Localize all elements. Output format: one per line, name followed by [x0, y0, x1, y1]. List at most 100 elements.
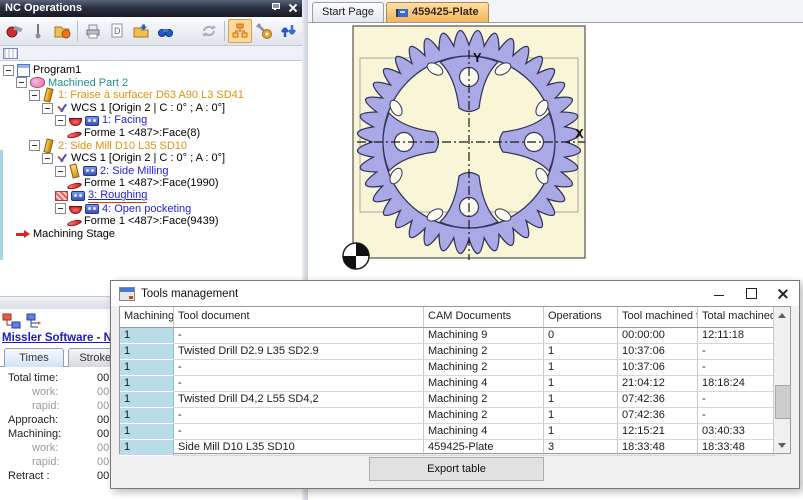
- expand-toggle-icon[interactable]: [42, 103, 53, 114]
- export-table-button[interactable]: Export table: [369, 457, 544, 481]
- table-row[interactable]: 1Twisted Drill D2.9 L35 SD2.9Machining 2…: [120, 344, 790, 360]
- tree-item[interactable]: 1: Fraise à surfacer D63 A90 L3 SD41: [0, 89, 302, 102]
- tree-item[interactable]: WCS 1 [Origin 2 | C : 0° ; A : 0°]: [0, 102, 302, 115]
- table-cell: 1: [120, 440, 174, 456]
- nc-toolbar-secondary: [0, 46, 302, 61]
- table-row[interactable]: 1Side Mill D10 L35 SD10459425-Plate318:3…: [120, 440, 790, 456]
- expand-toggle-icon[interactable]: [16, 77, 27, 88]
- tree-item[interactable]: WCS 1 [Origin 2 | C : 0° ; A : 0°]: [0, 152, 302, 165]
- pin-icon[interactable]: [269, 2, 281, 14]
- expand-toggle-icon[interactable]: [55, 115, 66, 126]
- search-icon[interactable]: [153, 19, 177, 43]
- close-button[interactable]: [767, 281, 799, 306]
- facing-icon: [69, 118, 82, 126]
- table-cell: 10:37:06: [618, 344, 698, 360]
- table-cell: 1: [544, 376, 618, 392]
- expand-toggle-icon[interactable]: [42, 153, 53, 164]
- table-row[interactable]: 1-Machining 4112:15:2103:40:33: [120, 424, 790, 440]
- tree-item[interactable]: 2: Side Mill D10 L35 SD10: [0, 140, 302, 153]
- expand-toggle-icon[interactable]: [29, 90, 40, 101]
- tree-item[interactable]: Forme 1 <487>:Face(8): [0, 127, 302, 140]
- minimize-button[interactable]: [703, 281, 735, 306]
- scroll-up-icon[interactable]: [774, 307, 790, 323]
- table-cell: -: [174, 424, 424, 440]
- tree-item[interactable]: Machining Stage: [0, 228, 302, 241]
- scroll-down-icon[interactable]: [774, 437, 790, 453]
- expand-toggle-icon[interactable]: [55, 203, 66, 214]
- print-preview-icon[interactable]: D: [105, 19, 129, 43]
- table-cell: 00:00:00: [618, 328, 698, 344]
- column-header[interactable]: Tool machined time: [618, 307, 698, 327]
- close-icon[interactable]: [287, 2, 299, 14]
- forme-icon: [66, 220, 83, 228]
- tree-item[interactable]: 1: Facing: [0, 114, 302, 127]
- table-cell: -: [174, 328, 424, 344]
- open-folder-icon[interactable]: [129, 19, 153, 43]
- tree-item-label: 2: Side Mill D10 L35 SD10: [58, 140, 187, 153]
- sort-arrows-icon[interactable]: [276, 19, 300, 43]
- column-header[interactable]: CAM Documents: [424, 307, 544, 327]
- time-row-label: Machining:: [8, 427, 61, 441]
- expand-toggle-icon[interactable]: [29, 140, 40, 151]
- columns-icon[interactable]: [3, 48, 18, 59]
- toolbar-separator: [77, 21, 78, 41]
- table-row[interactable]: 1-Machining 2107:42:36-: [120, 408, 790, 424]
- time-row-value: 00: [97, 413, 109, 427]
- dialog-title: Tools management: [141, 288, 238, 300]
- tree-item-label: 2: Side Milling: [100, 165, 168, 178]
- tab-times[interactable]: Times: [4, 348, 64, 367]
- table-cell: Twisted Drill D2.9 L35 SD2.9: [174, 344, 424, 360]
- time-row-label: work:: [32, 441, 58, 455]
- x-axis-label: X: [575, 126, 584, 141]
- mill-icon: [71, 191, 85, 201]
- expand-toggle-icon[interactable]: [3, 65, 14, 76]
- table-cell: Machining 2: [424, 392, 544, 408]
- refresh-icon[interactable]: [197, 19, 221, 43]
- scroll-thumb[interactable]: [775, 385, 791, 419]
- table-cell: Machining 2: [424, 344, 544, 360]
- time-row-label: Approach:: [8, 413, 58, 427]
- table-cell: 18:18:24: [698, 376, 775, 392]
- column-header[interactable]: Operations: [544, 307, 618, 327]
- table-cell: Twisted Drill D4,2 L55 SD4,2: [174, 392, 424, 408]
- tree-item[interactable]: Forme 1 <487>:Face(9439): [0, 215, 302, 228]
- machining-tree-icon[interactable]: [2, 313, 22, 329]
- nc-tree: Program1Machined Part 21: Fraise à surfa…: [0, 61, 302, 240]
- forme-icon: [66, 131, 83, 139]
- tree-item[interactable]: 4: Open pocketing: [0, 203, 302, 216]
- rotary-tool-icon[interactable]: [2, 19, 26, 43]
- table-row[interactable]: 1-Machining 4121:04:1218:18:24: [120, 376, 790, 392]
- time-row-label: work:: [32, 385, 58, 399]
- table-cell: 12:11:18: [698, 328, 775, 344]
- time-row-value: 00: [97, 469, 109, 483]
- operations-list-icon[interactable]: [26, 313, 46, 329]
- table-row[interactable]: 1-Machining 2110:37:06-: [120, 360, 790, 376]
- tool-settings-icon[interactable]: [252, 19, 276, 43]
- vertical-scrollbar[interactable]: [773, 307, 790, 453]
- printer-icon[interactable]: [81, 19, 105, 43]
- table-cell: Machining 4: [424, 376, 544, 392]
- column-header[interactable]: Total machined time: [698, 307, 775, 327]
- cad-viewport[interactable]: Y X: [339, 12, 599, 272]
- table-cell: 03:40:33: [698, 424, 775, 440]
- tree-item[interactable]: Machined Part 2: [0, 77, 302, 90]
- maximize-button[interactable]: [735, 281, 767, 306]
- tree-item[interactable]: Program1: [0, 64, 302, 77]
- expand-toggle-icon[interactable]: [55, 166, 66, 177]
- column-header[interactable]: Tool document: [174, 307, 424, 327]
- probe-icon[interactable]: [26, 19, 50, 43]
- tree-item[interactable]: 3: Roughing: [0, 190, 302, 203]
- table-row[interactable]: 1Twisted Drill D4,2 L55 SD4,2Machining 2…: [120, 392, 790, 408]
- table-cell: Machining 2: [424, 408, 544, 424]
- dialog-titlebar[interactable]: Tools management: [111, 281, 799, 306]
- table-cell: -: [698, 408, 775, 424]
- tree-item[interactable]: Forme 1 <487>:Face(1990): [0, 177, 302, 190]
- machine-origin-icon: [343, 243, 369, 269]
- tree-item[interactable]: 2: Side Milling: [0, 165, 302, 178]
- column-header[interactable]: Machining: [120, 307, 174, 327]
- table-cell: 1: [544, 408, 618, 424]
- nc-panel-titlebar[interactable]: NC Operations: [0, 0, 302, 17]
- table-row[interactable]: 1-Machining 9000:00:0012:11:18: [120, 328, 790, 344]
- operations-manager-icon[interactable]: [228, 19, 252, 43]
- folder-search-icon[interactable]: [50, 19, 74, 43]
